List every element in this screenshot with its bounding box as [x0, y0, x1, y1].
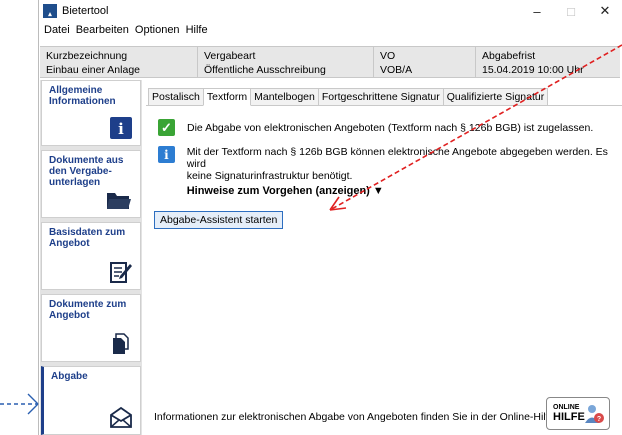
tab-mantelbogen[interactable]: Mantelbogen [250, 88, 319, 105]
sidebar-item-label: Allgemeine Informationen [49, 85, 116, 107]
info-text-block: Mit der Textform nach § 126b BGB können … [187, 146, 622, 197]
allowed-row: ✓ Die Abgabe von elektronischen Angebote… [158, 119, 593, 136]
help-person-icon: ? [583, 403, 605, 425]
sidebar-item-label: Dokumente aus den Vergabe-unterlagen [49, 155, 124, 188]
folder-icon [106, 189, 132, 211]
vergabeart-label: Vergabeart [204, 50, 256, 62]
start-assistant-button[interactable]: Abgabe-Assistent starten [154, 211, 284, 229]
tab-bar: Postalisch Textform Mantelbogen Fortgesc… [148, 88, 549, 106]
sidebar-item-label: Abgabe [51, 371, 88, 382]
online-help-bottom-label: HILFE [553, 411, 585, 423]
info-icon: i [158, 146, 175, 163]
info-icon: i [110, 117, 132, 139]
app-logo-icon: ▴ [43, 4, 57, 18]
documents-icon [110, 333, 132, 355]
window-title: Bietertool [62, 5, 109, 17]
envelope-icon [110, 406, 132, 428]
menu-optionen[interactable]: Optionen [132, 24, 183, 36]
sidebar-item-dokumente-vergabeunterlagen[interactable]: Dokumente aus den Vergabe-unterlagen [41, 150, 141, 218]
tab-textform[interactable]: Textform [202, 88, 252, 106]
allowed-text: Die Abgabe von elektronischen Angeboten … [187, 122, 594, 134]
info-row: i Mit der Textform nach § 126b BGB könne… [158, 146, 622, 197]
menu-bar: Datei Bearbeiten Optionen Hilfe [39, 22, 622, 37]
info-kurzbezeichnung: Kurzbezeichnung Einbau einer Anlage [40, 47, 198, 77]
info-vo: VO VOB/A [374, 47, 476, 77]
sidebar-item-label: Basisdaten zum Angebot [49, 227, 126, 249]
close-button[interactable]: ✕ [588, 0, 622, 22]
footer-info-text: Informationen zur elektronischen Abgabe … [154, 411, 555, 423]
info-vergabeart: Vergabeart Öffentliche Ausschreibung [198, 47, 374, 77]
menu-bearbeiten[interactable]: Bearbeiten [73, 24, 132, 36]
checkmark-icon: ✓ [158, 119, 175, 136]
maximize-button[interactable]: □ [554, 0, 588, 22]
info-abgabefrist: Abgabefrist 15.04.2019 10:00 Uhr [476, 47, 620, 77]
kurzbezeichnung-label: Kurzbezeichnung [46, 50, 128, 62]
hints-toggle-link[interactable]: Hinweise zum Vorgehen (anzeigen) ▼ [187, 185, 384, 197]
sidebar: Allgemeine Informationen i Dokumente aus… [40, 80, 142, 435]
blue-dashed-arrow [0, 393, 39, 415]
sidebar-item-allgemeine-informationen[interactable]: Allgemeine Informationen i [41, 80, 141, 146]
menu-datei[interactable]: Datei [41, 24, 73, 36]
vo-label: VO [380, 50, 396, 62]
info-text-line: keine Signaturinfrastruktur benötigt. [186, 170, 353, 182]
tender-info-bar: Kurzbezeichnung Einbau einer Anlage Verg… [40, 46, 620, 78]
textform-panel: ✓ Die Abgabe von elektronischen Angebote… [146, 105, 622, 435]
abgabefrist-value: 15.04.2019 10:00 Uhr [482, 64, 584, 76]
tab-postalisch[interactable]: Postalisch [148, 88, 204, 105]
sidebar-item-label: Dokumente zum Angebot [49, 299, 127, 321]
kurzbezeichnung-value: Einbau einer Anlage [46, 64, 140, 76]
title-bar: ▴ Bietertool – □ ✕ [39, 0, 622, 22]
vo-value: VOB/A [380, 64, 413, 76]
tab-qualifizierte-signatur[interactable]: Qualifizierte Signatur [442, 88, 549, 105]
abgabefrist-label: Abgabefrist [482, 50, 536, 62]
minimize-button[interactable]: – [520, 0, 554, 22]
menu-hilfe[interactable]: Hilfe [183, 24, 211, 36]
sidebar-item-basisdaten[interactable]: Basisdaten zum Angebot [41, 222, 141, 290]
online-help-button[interactable]: ONLINE HILFE ? [546, 397, 610, 430]
info-text-line: Mit der Textform nach § 126b BGB können … [186, 146, 608, 170]
edit-document-icon [110, 261, 132, 283]
vergabeart-value: Öffentliche Ausschreibung [204, 64, 326, 76]
sidebar-item-dokumente-angebot[interactable]: Dokumente zum Angebot [41, 294, 141, 362]
svg-text:?: ? [597, 416, 601, 423]
sidebar-item-abgabe[interactable]: Abgabe [41, 366, 141, 435]
svg-text:i: i [118, 120, 124, 138]
tab-fortgeschrittene-signatur[interactable]: Fortgeschrittene Signatur [317, 88, 444, 105]
